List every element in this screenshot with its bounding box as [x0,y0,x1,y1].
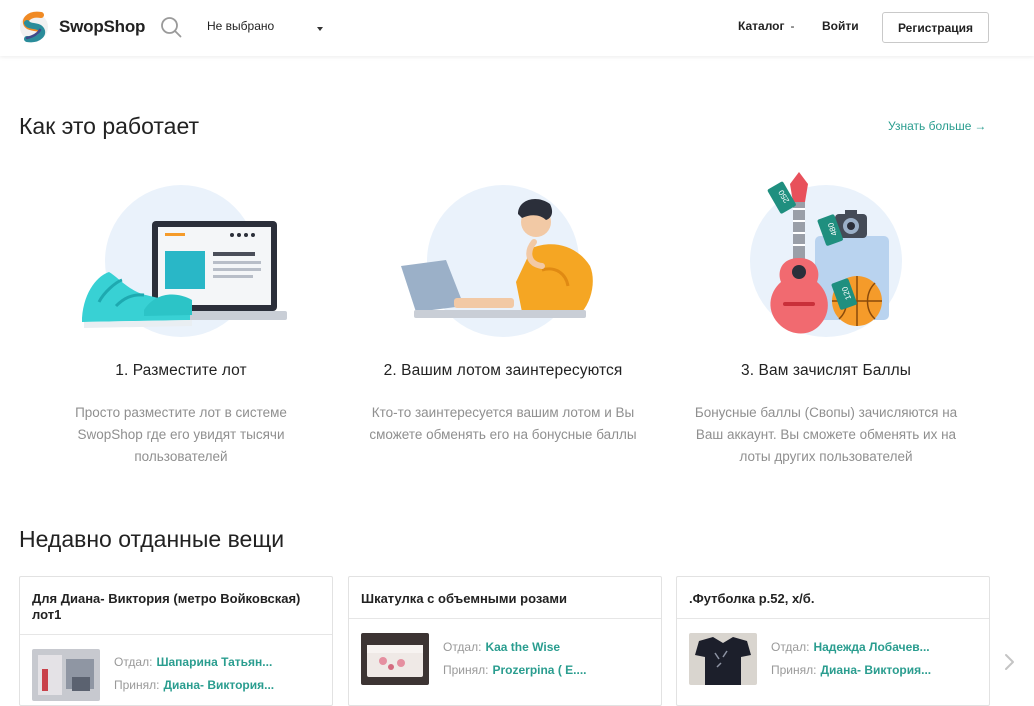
recent-items-title: Недавно отданные вещи [19,526,285,552]
step-2: 2. Вашим лотом заинтересуются Кто-то заи… [346,170,660,446]
step-1-illustration [24,170,338,350]
person-laptop-illustration [401,199,593,318]
step-3-text: Бонусные баллы (Свопы) зачисляются на Ва… [694,405,958,464]
guitar-camera-ball-illustration: 250 480 120 [767,172,889,334]
swopshop-logo-icon [20,11,48,43]
gave-user[interactable]: Надежда Лобачев... [813,640,929,654]
item-meta: Отдал: Надежда Лобачев... Принял: Диана- В… [771,636,931,682]
item-card-2[interactable]: Шкатулка с объемными розами Отдал: Kaa th… [348,576,662,706]
step-2-illustration [346,170,660,350]
register-button[interactable]: Регистрация [882,12,989,43]
item-card-title[interactable]: Для Диана- Виктория (метро Войковская) л… [20,577,332,635]
item-card-1[interactable]: Для Диана- Виктория (метро Войковская) л… [19,576,333,706]
arrow-right-icon: → [974,119,987,133]
login-link[interactable]: Войти [822,19,859,33]
step-3-illustration: 250 480 120 [669,170,983,350]
step-1: 1. Разместите лот Просто разместите лот … [24,170,338,468]
laptop-sneakers-illustration [82,221,287,328]
chevron-right-icon[interactable] [1002,652,1016,672]
took-label: Принял: [771,663,817,677]
item-thumbnail[interactable] [32,649,100,701]
search-icon[interactable] [160,16,182,38]
took-user[interactable]: Prozerpina ( E.... [492,663,586,677]
item-card-3[interactable]: .Футболка р.52, х/б. Отдал: Надежда Лобач… [676,576,990,706]
nav-catalog-dash: - [790,19,795,33]
item-thumbnail[interactable] [361,633,429,685]
brand-name: SwopShop [59,17,146,36]
category-select-value: Не выбрано [207,19,275,33]
gave-label: Отдал: [443,640,482,654]
step-1-title: 1. Разместите лот [115,362,247,379]
nav-catalog[interactable]: Каталог - [738,19,795,33]
step-3: 250 480 120 3. Вам зачислят Баллы Бонусн… [669,170,983,468]
logo[interactable]: SwopShop [19,11,145,43]
top-header: SwopShop Не выбрано Каталог - Войти Регис… [0,0,1034,56]
step-2-text: Кто-то заинтересуется вашим лотом и Вы с… [369,405,637,442]
took-label: Принял: [443,663,489,677]
gave-label: Отдал: [114,655,153,669]
step-1-text: Просто разместите лот в системе SwopShop… [75,405,287,464]
gave-user[interactable]: Шапарина Татьян... [156,655,272,669]
item-thumbnail[interactable] [689,633,757,685]
category-select[interactable]: Не выбрано [207,19,325,37]
step-3-title: 3. Вам зачислят Баллы [741,362,911,379]
gave-user[interactable]: Kaa the Wise [485,640,560,654]
item-card-title[interactable]: Шкатулка с объемными розами [349,577,661,619]
learn-more-label: Узнать больше [888,119,972,133]
item-meta: Отдал: Kaa the Wise Принял: Prozerpina ( E… [443,636,587,682]
nav-catalog-label: Каталог [738,19,785,33]
item-meta: Отдал: Шапарина Татьян... Принял: Диана- В… [114,651,274,697]
learn-more-link[interactable]: Узнать больше → [888,119,986,133]
caret-down-icon [317,27,323,31]
item-card-title[interactable]: .Футболка р.52, х/б. [677,577,989,619]
step-2-title: 2. Вашим лотом заинтересуются [383,362,623,379]
took-user[interactable]: Диана- Виктория... [820,663,931,677]
how-it-works-title: Как это работает [19,113,200,139]
gave-label: Отдал: [771,640,810,654]
